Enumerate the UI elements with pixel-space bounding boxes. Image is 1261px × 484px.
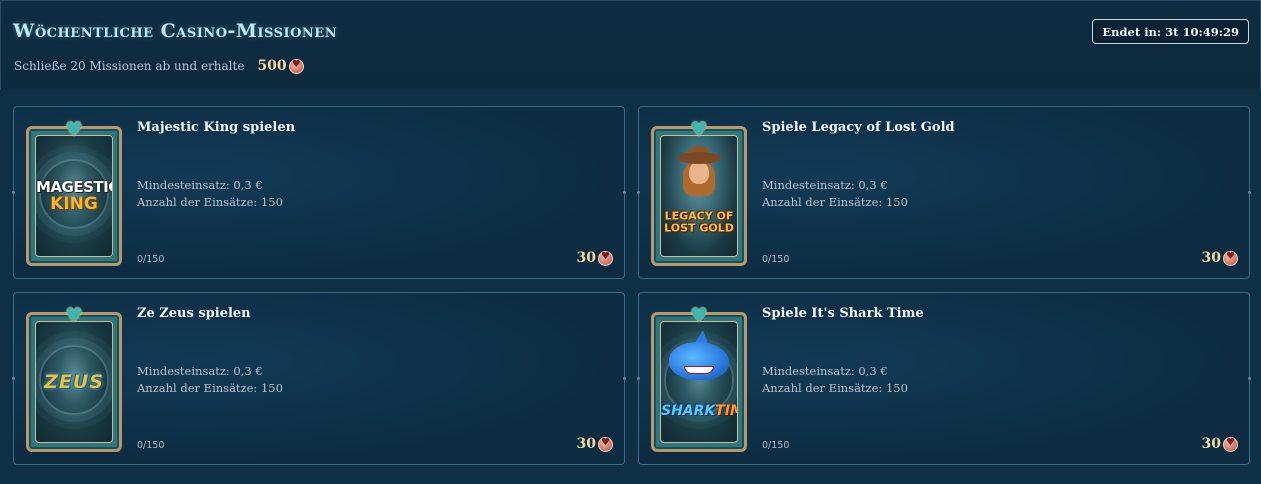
mission-reward-amount: 30	[1201, 250, 1221, 266]
game-logo-word1: SHARK	[661, 402, 716, 419]
mission-progress: 0/150	[762, 254, 790, 265]
heart-icon: ♥	[65, 117, 83, 141]
heart-coin-icon	[288, 58, 304, 74]
thumbnail-frame: SHARKTIME!	[651, 312, 747, 452]
heart-coin-icon	[1223, 436, 1238, 452]
game-thumbnail[interactable]: MAGESTIC KING ♥	[26, 117, 122, 266]
mission-reward: 30	[1202, 436, 1238, 452]
mission-reward-amount: 30	[576, 250, 596, 266]
heart-coin-icon	[598, 250, 613, 266]
game-logo: LEGACY OF LOST GOLD	[661, 210, 737, 235]
heart-icon: ♥	[65, 303, 83, 327]
mission-min-bet: Mindesteinsatz: 0,3 €	[762, 178, 888, 192]
game-logo-word2: TIME!	[715, 402, 737, 419]
game-logo: MAGESTIC KING	[36, 178, 112, 214]
card-edge-dot	[12, 191, 15, 194]
missions-header: Wöchentliche Casino-Missionen Schließe 2…	[0, 0, 1261, 90]
card-edge-dot	[637, 191, 640, 194]
mission-min-bet: Mindesteinsatz: 0,3 €	[137, 364, 263, 378]
heart-icon: ♥	[690, 303, 708, 327]
game-thumbnail[interactable]: LEGACY OF LOST GOLD ♥	[651, 117, 747, 266]
mission-title: Spiele It's Shark Time	[762, 306, 924, 321]
total-reward-amount: 500	[257, 58, 287, 74]
mission-card[interactable]: SHARKTIME! ♥ Spiele It's Shark Time Mind…	[637, 292, 1251, 465]
mission-reward-amount: 30	[576, 436, 596, 452]
mission-card[interactable]: LEGACY OF LOST GOLD ♥ Spiele Legacy of L…	[637, 106, 1251, 279]
mission-title: Ze Zeus spielen	[137, 306, 251, 321]
mission-reward: 30	[1202, 250, 1238, 266]
card-edge-dot	[623, 191, 626, 194]
mission-card[interactable]: MAGESTIC KING ♥ Majestic King spielen Mi…	[12, 106, 626, 279]
mission-bet-count: Anzahl der Einsätze: 150	[762, 381, 908, 395]
thumbnail-art: SHARKTIME!	[660, 321, 738, 443]
countdown-timer: Endet in: 3t 10:49:29	[1092, 19, 1249, 44]
shark-mouth	[684, 366, 714, 374]
mission-reward-amount: 30	[1201, 436, 1221, 452]
total-reward: 500	[257, 58, 304, 74]
heart-icon: ♥	[690, 117, 708, 141]
mission-min-bet: Mindesteinsatz: 0,3 €	[137, 178, 263, 192]
card-edge-dot	[637, 377, 640, 380]
character-hat-brim	[677, 152, 721, 164]
card-edge-dot	[623, 377, 626, 380]
mission-progress: 0/150	[762, 440, 790, 451]
missions-grid: MAGESTIC KING ♥ Majestic King spielen Mi…	[0, 90, 1261, 484]
mission-bet-count: Anzahl der Einsätze: 150	[762, 195, 908, 209]
character-face	[689, 162, 709, 184]
thumbnail-frame: LEGACY OF LOST GOLD	[651, 126, 747, 266]
mission-reward: 30	[577, 436, 613, 452]
mission-bet-count: Anzahl der Einsätze: 150	[137, 381, 283, 395]
game-logo-line1: SHARKTIME!	[661, 403, 737, 419]
subtitle-text: Schließe 20 Missionen ab und erhalte	[14, 59, 245, 73]
explorer-character	[677, 146, 721, 206]
missions-subtitle: Schließe 20 Missionen ab und erhalte 500	[14, 58, 304, 74]
game-logo-line2: KING	[50, 194, 98, 214]
card-edge-dot	[1248, 377, 1251, 380]
heart-coin-icon	[1223, 250, 1238, 266]
card-edge-dot	[1248, 191, 1251, 194]
mission-card[interactable]: ZEUS ♥ Ze Zeus spielen Mindesteinsatz: 0…	[12, 292, 626, 465]
game-thumbnail[interactable]: SHARKTIME! ♥	[651, 303, 747, 452]
thumbnail-frame: MAGESTIC KING	[26, 126, 122, 266]
thumbnail-art: LEGACY OF LOST GOLD	[660, 135, 738, 257]
page-title: Wöchentliche Casino-Missionen	[13, 20, 338, 42]
card-edge-dot	[12, 377, 15, 380]
mission-title: Spiele Legacy of Lost Gold	[762, 120, 955, 135]
game-logo-line2: LOST GOLD	[664, 221, 734, 235]
game-logo: SHARKTIME!	[661, 403, 737, 419]
mission-progress: 0/150	[137, 254, 165, 265]
mission-title: Majestic King spielen	[137, 120, 296, 135]
mission-min-bet: Mindesteinsatz: 0,3 €	[762, 364, 888, 378]
shark-character	[669, 342, 729, 380]
game-logo: ZEUS	[44, 371, 104, 393]
mission-reward: 30	[577, 250, 613, 266]
thumbnail-frame: ZEUS	[26, 312, 122, 452]
thumbnail-art: MAGESTIC KING	[35, 135, 113, 257]
thumbnail-art: ZEUS	[35, 321, 113, 443]
mission-bet-count: Anzahl der Einsätze: 150	[137, 195, 283, 209]
mission-progress: 0/150	[137, 440, 165, 451]
heart-coin-icon	[598, 436, 613, 452]
game-thumbnail[interactable]: ZEUS ♥	[26, 303, 122, 452]
